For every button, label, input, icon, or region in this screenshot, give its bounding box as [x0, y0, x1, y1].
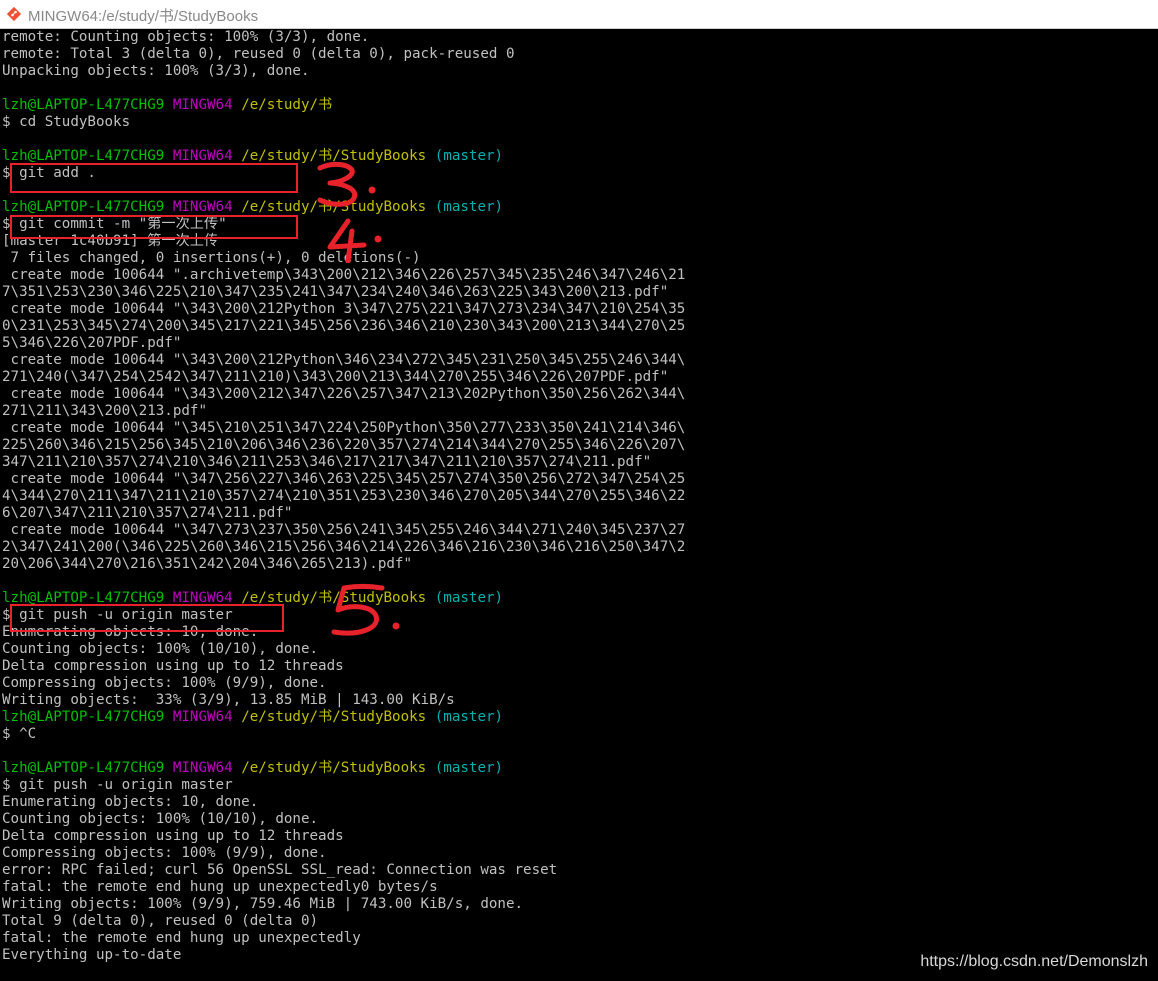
output-line: remote: Counting objects: 100% (3/3), do… [2, 29, 370, 45]
window-title: MINGW64:/e/study/书/StudyBooks [28, 8, 259, 25]
prompt-user: lzh@LAPTOP-L477CHG9 [2, 709, 165, 725]
prompt-env: MINGW64 [172, 199, 233, 215]
output-line: 6\207\347\211\210\357\274\211.pdf" [2, 505, 293, 521]
output-line: Delta compression using up to 12 threads [2, 828, 344, 844]
output-line: fatal: the remote end hung up unexpected… [2, 879, 438, 895]
watermark: https://blog.csdn.net/Demonslzh [920, 953, 1148, 970]
prompt-path: /e/study/书/StudyBooks [241, 760, 427, 776]
output-line: Unpacking objects: 100% (3/3), done. [2, 63, 310, 79]
prompt-line: lzh@LAPTOP-L477CHG9 MINGW64 /e/study/书/S… [2, 199, 503, 216]
prompt-path: /e/study/书/StudyBooks [241, 709, 427, 725]
output-line: create mode 100644 "\343\200\212Python\3… [2, 352, 686, 368]
output-line: fatal: the remote end hung up unexpected… [2, 930, 361, 946]
output-line: Writing objects: 33% (3/9), 13.85 MiB | … [2, 692, 455, 708]
annotation-box-git-push [10, 604, 284, 632]
output-line: create mode 100644 "\343\200\212Python 3… [2, 301, 686, 317]
output-line: Everything up-to-date [2, 947, 182, 963]
annotation-box-git-commit [10, 215, 298, 239]
output-line: Counting objects: 100% (10/10), done. [2, 811, 319, 827]
output-line: 4\344\270\211\347\211\210\357\274\210\35… [2, 488, 686, 504]
output-line: Counting objects: 100% (10/10), done. [2, 641, 319, 657]
output-line: create mode 100644 "\345\210\251\347\224… [2, 420, 686, 436]
output-line: Total 9 (delta 0), reused 0 (delta 0) [2, 913, 319, 929]
output-line: create mode 100644 ".archivetemp\343\200… [2, 267, 686, 283]
prompt-branch: (master) [434, 709, 504, 725]
output-line: 2\347\241\200(\346\225\260\346\215\256\3… [2, 539, 686, 555]
prompt-branch: (master) [434, 590, 504, 606]
prompt-path: /e/study/书 [241, 97, 333, 113]
output-line: create mode 100644 "\347\256\227\346\263… [2, 471, 686, 487]
output-line: Delta compression using up to 12 threads [2, 658, 344, 674]
git-bash-icon [6, 6, 22, 22]
step-5-mark [331, 584, 400, 636]
output-line: create mode 100644 "\343\200\212\347\226… [2, 386, 686, 402]
output-line: error: RPC failed; curl 56 OpenSSL SSL_r… [2, 862, 558, 878]
prompt-user: lzh@LAPTOP-L477CHG9 [2, 148, 165, 164]
prompt-line: lzh@LAPTOP-L477CHG9 MINGW64 /e/study/书/S… [2, 709, 503, 726]
step-3-mark [317, 161, 376, 207]
prompt-user: lzh@LAPTOP-L477CHG9 [2, 760, 165, 776]
prompt-branch: (master) [434, 199, 504, 215]
output-line: 7\351\253\230\346\225\210\347\235\241\34… [2, 284, 669, 300]
prompt-line: lzh@LAPTOP-L477CHG9 MINGW64 /e/study/书 [2, 97, 332, 114]
prompt-branch: (master) [434, 760, 504, 776]
output-line: remote: Total 3 (delta 0), reused 0 (del… [2, 46, 515, 62]
prompt-user: lzh@LAPTOP-L477CHG9 [2, 199, 165, 215]
output-line: 5\346\226\207PDF.pdf" [2, 335, 182, 351]
output-line: 271\211\343\200\213.pdf" [2, 403, 207, 419]
prompt-env: MINGW64 [172, 709, 233, 725]
prompt-env: MINGW64 [172, 148, 233, 164]
output-line: $ cd StudyBooks [2, 114, 131, 130]
prompt-env: MINGW64 [172, 760, 233, 776]
output-line: Compressing objects: 100% (9/9), done. [2, 675, 327, 691]
step-4-mark [327, 218, 382, 263]
output-line: Compressing objects: 100% (9/9), done. [2, 845, 327, 861]
output-line: 225\260\346\215\256\345\210\206\346\236\… [2, 437, 686, 453]
output-line: $ git push -u origin master [2, 777, 233, 793]
prompt-user: lzh@LAPTOP-L477CHG9 [2, 97, 165, 113]
output-line: 347\211\210\357\274\210\346\211\253\346\… [2, 454, 652, 470]
output-line: 0\231\253\345\274\200\345\217\221\345\25… [2, 318, 686, 334]
output-line: create mode 100644 "\347\273\237\350\256… [2, 522, 686, 538]
annotation-box-git-add [10, 163, 298, 193]
prompt-line: lzh@LAPTOP-L477CHG9 MINGW64 /e/study/书/S… [2, 760, 503, 777]
output-line: Writing objects: 100% (9/9), 759.46 MiB … [2, 896, 524, 912]
output-line: Enumerating objects: 10, done. [2, 794, 259, 810]
title-bar[interactable]: MINGW64:/e/study/书/StudyBooks [0, 0, 1158, 29]
output-line: $ ^C [2, 726, 37, 742]
prompt-branch: (master) [434, 148, 504, 164]
prompt-env: MINGW64 [172, 97, 233, 113]
output-line: 20\206\344\270\216\351\242\204\346\265\2… [2, 556, 412, 572]
output-line: 271\240(\347\254\2542\347\211\210)\343\2… [2, 369, 669, 385]
